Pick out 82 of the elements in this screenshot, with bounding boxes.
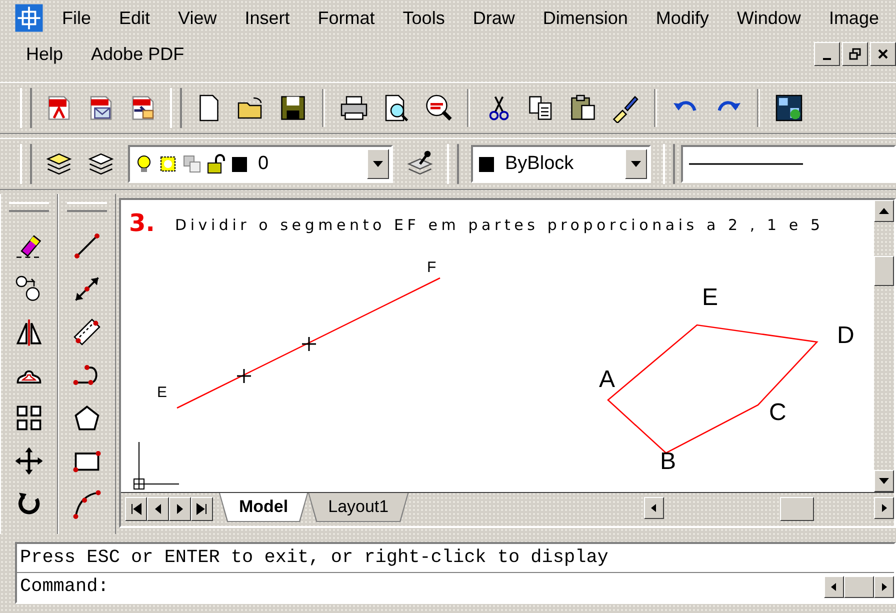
layout-tab[interactable]: Model — [219, 493, 308, 522]
spell-check-icon[interactable] — [423, 93, 453, 123]
arrow-icon — [196, 503, 208, 515]
scrollbar-thumb[interactable] — [780, 497, 814, 521]
menu-item[interactable]: Adobe PDF — [77, 36, 198, 72]
multiline-icon[interactable] — [72, 317, 102, 347]
down-arrow-icon — [631, 161, 641, 167]
up-arrow-icon — [879, 208, 889, 214]
exercise-number: 3. — [129, 209, 155, 237]
array-icon[interactable] — [14, 403, 44, 433]
menu-item[interactable]: File — [48, 0, 106, 36]
line-icon[interactable] — [72, 231, 102, 261]
point-label: E — [702, 284, 718, 311]
app-icon[interactable] — [14, 3, 44, 33]
menu-item[interactable]: Format — [304, 0, 389, 36]
division-mark — [301, 336, 317, 352]
color-dropdown[interactable]: ByBlock — [471, 145, 651, 183]
down-arrow-icon — [373, 161, 383, 167]
save-icon[interactable] — [278, 93, 308, 123]
scrollbar-thumb[interactable] — [874, 256, 894, 286]
point-label: B — [660, 448, 676, 475]
restore-icon — [849, 48, 861, 60]
down-arrow-icon — [879, 478, 889, 484]
point-label: A — [599, 366, 616, 393]
command-text: Command: — [20, 575, 109, 599]
print-icon[interactable] — [339, 93, 369, 123]
menu-item[interactable]: Dimension — [528, 0, 642, 36]
menu-item[interactable]: View — [164, 0, 231, 36]
toolbar-grip[interactable] — [20, 88, 32, 128]
scroll-down-button[interactable] — [874, 470, 894, 492]
first-tab-button[interactable] — [125, 497, 147, 521]
menu-item[interactable]: Draw — [458, 0, 529, 36]
linetype-dropdown[interactable] — [681, 145, 896, 183]
point-label: C — [769, 399, 786, 426]
toolbar-grip[interactable] — [170, 88, 182, 128]
menu-item[interactable]: Image — [814, 0, 893, 36]
restore-button[interactable] — [842, 42, 868, 66]
point-label: F — [427, 259, 436, 276]
mirror-icon[interactable] — [14, 317, 44, 347]
color-swatch-icon — [477, 154, 497, 174]
ucs-icon — [134, 442, 180, 490]
close-button[interactable] — [870, 42, 896, 66]
arrow-icon — [130, 503, 142, 515]
menu-item[interactable]: Modify — [642, 0, 723, 36]
toolbar-grip[interactable] — [663, 144, 675, 184]
menu-item[interactable]: Tools — [388, 0, 459, 36]
paste-icon[interactable] — [568, 93, 598, 123]
instruction-text: Dividir o segmento EF em partes proporcionais a 2 , 1 e 5 — [175, 216, 820, 234]
drawing-canvas[interactable]: 3. Dividir o segmento EF em partes proporcionais a 2 , 1 e 5 F E E D A C B — [121, 200, 874, 492]
scrollbar-thumb[interactable] — [844, 576, 874, 598]
layout-tab[interactable]: Layout1 — [308, 493, 409, 522]
command-text: Press ESC or ENTER to exit, or right-click to display — [20, 546, 608, 570]
color-swatch-icon — [230, 154, 250, 174]
toolbar-grip[interactable] — [20, 144, 32, 184]
menu-item[interactable]: Edit — [105, 0, 164, 36]
close-icon — [877, 48, 889, 60]
arc-icon[interactable] — [72, 489, 102, 519]
minimize-button[interactable] — [814, 42, 840, 66]
scroll-up-button[interactable] — [874, 200, 894, 222]
paintbrush-icon[interactable] — [610, 93, 640, 123]
padlock-icon — [206, 154, 226, 174]
viewport-icon — [182, 154, 202, 174]
menu-item[interactable]: Insert — [230, 0, 304, 36]
last-tab-button[interactable] — [191, 497, 213, 521]
design-center-icon[interactable] — [774, 93, 804, 123]
menu-item[interactable]: Window — [722, 0, 815, 36]
polygon-icon[interactable] — [72, 403, 102, 433]
point-label: E — [157, 384, 168, 401]
scroll-left-button[interactable] — [644, 497, 664, 519]
next-tab-button[interactable] — [169, 497, 191, 521]
menu-item[interactable]: Help — [12, 36, 78, 72]
minimize-icon — [823, 58, 831, 60]
scroll-left-button[interactable] — [824, 576, 844, 598]
sun-icon — [158, 154, 178, 174]
layer-dropdown[interactable]: 0 — [128, 145, 393, 183]
point-label: D — [837, 322, 854, 349]
previous-tab-button[interactable] — [147, 497, 169, 521]
scroll-right-button[interactable] — [874, 576, 894, 598]
move-icon[interactable] — [14, 446, 44, 476]
division-mark — [236, 368, 252, 384]
toolbar-grip[interactable] — [447, 144, 459, 184]
scroll-right-button[interactable] — [874, 497, 894, 519]
